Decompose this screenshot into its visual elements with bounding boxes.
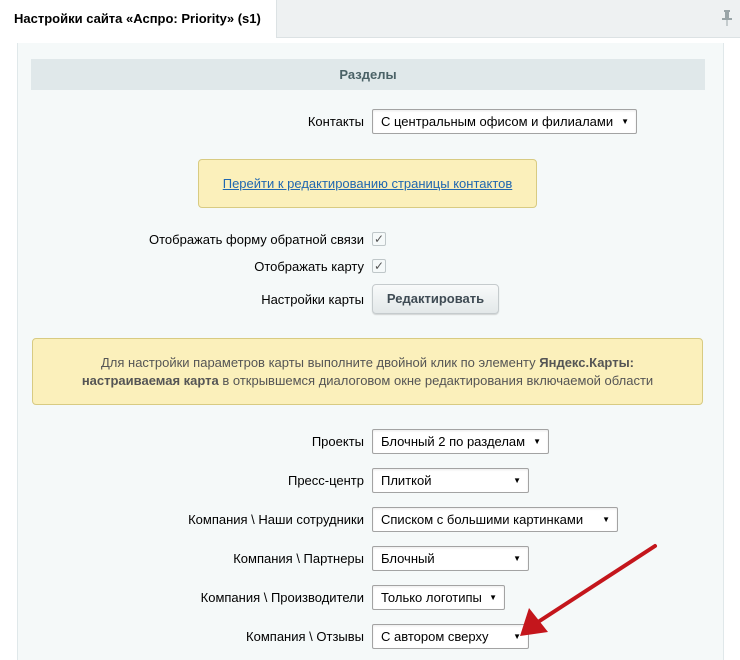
map-info-text-2: в открывшемся диалоговом окне редактиров… <box>218 373 654 388</box>
edit-contacts-link[interactable]: Перейти к редактированию страницы контак… <box>223 176 513 191</box>
feedback-form-checkbox[interactable]: ✓ <box>372 232 386 246</box>
chevron-down-icon: ▼ <box>489 593 497 602</box>
map-info-bold-1: Яндекс.Карты: <box>539 355 634 370</box>
setting-value-press: Плиткой <box>381 473 432 488</box>
map-settings-label: Настройки карты <box>261 292 364 307</box>
chevron-down-icon: ▼ <box>533 437 541 446</box>
chevron-down-icon: ▼ <box>513 632 521 641</box>
setting-label-reviews: Компания \ Отзывы <box>246 629 364 644</box>
contacts-label: Контакты <box>307 114 364 129</box>
map-info-text-1: Для настройки параметров карты выполните… <box>100 355 540 370</box>
tab-site-settings[interactable]: Настройки сайта «Аспро: Priority» (s1) <box>0 0 277 38</box>
setting-value-manufacturers: Только логотипы <box>381 590 482 605</box>
map-info-note: Для настройки параметров карты выполните… <box>32 338 703 405</box>
setting-value-projects: Блочный 2 по разделам <box>381 434 526 449</box>
setting-label-partners: Компания \ Партнеры <box>233 551 364 566</box>
setting-label-manufacturers: Компания \ Производители <box>200 590 364 605</box>
setting-select-reviews[interactable]: С автором сверху ▼ <box>372 624 529 649</box>
chevron-down-icon: ▼ <box>602 515 610 524</box>
chevron-down-icon: ▼ <box>513 554 521 563</box>
contacts-select[interactable]: С центральным офисом и филиалами ▼ <box>372 109 637 134</box>
chevron-down-icon: ▼ <box>513 476 521 485</box>
section-header: Разделы <box>31 59 705 90</box>
setting-label-press: Пресс-центр <box>287 473 364 488</box>
edit-map-button[interactable]: Редактировать <box>372 284 499 314</box>
setting-value-partners: Блочный <box>381 551 435 566</box>
setting-select-partners[interactable]: Блочный ▼ <box>372 546 529 571</box>
setting-select-manufacturers[interactable]: Только логотипы ▼ <box>372 585 505 610</box>
map-info-bold-2: настраиваемая карта <box>81 373 219 388</box>
setting-select-press[interactable]: Плиткой ▼ <box>372 468 529 493</box>
pin-icon[interactable] <box>722 10 732 26</box>
feedback-form-label: Отображать форму обратной связи <box>149 232 364 247</box>
setting-select-projects[interactable]: Блочный 2 по разделам ▼ <box>372 429 549 454</box>
setting-label-projects: Проекты <box>311 434 364 449</box>
show-map-checkbox[interactable]: ✓ <box>372 259 386 273</box>
contacts-link-note: Перейти к редактированию страницы контак… <box>198 159 537 208</box>
tab-bar: Настройки сайта «Аспро: Priority» (s1) <box>0 0 740 38</box>
chevron-down-icon: ▼ <box>621 117 629 126</box>
setting-label-staff: Компания \ Наши сотрудники <box>188 512 364 527</box>
show-map-label: Отображать карту <box>254 259 364 274</box>
contacts-select-value: С центральным офисом и филиалами <box>381 114 614 129</box>
setting-select-staff[interactable]: Списком с большими картинками ▼ <box>372 507 618 532</box>
setting-value-reviews: С автором сверху <box>381 629 489 644</box>
setting-value-staff: Списком с большими картинками <box>381 512 584 527</box>
